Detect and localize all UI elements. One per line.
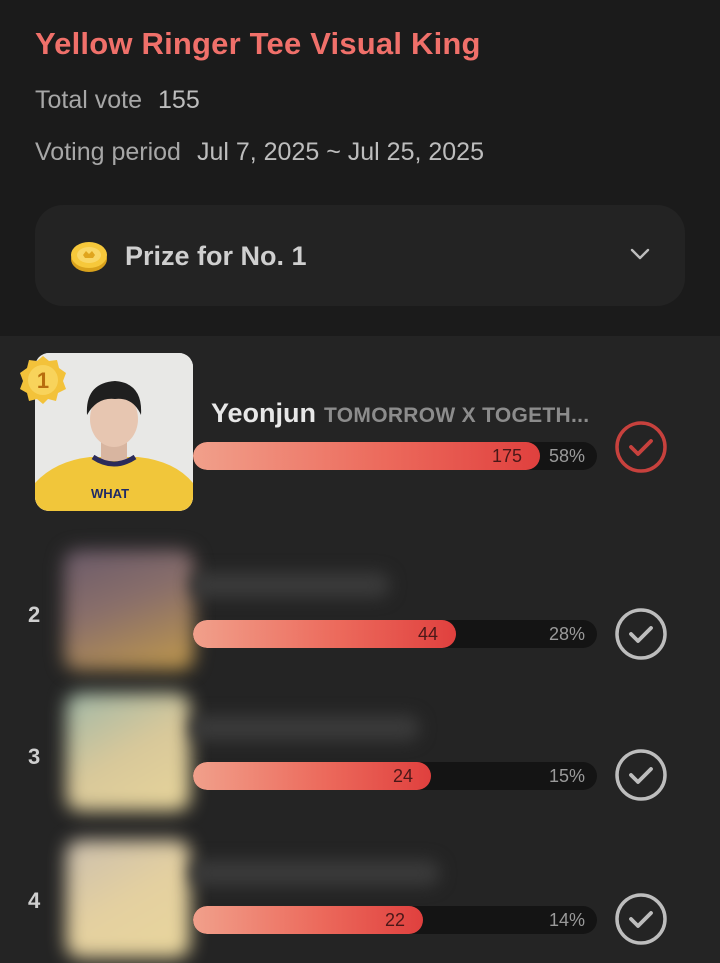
vote-check-icon[interactable] [614,748,668,802]
rank-1-badge: 1 [20,356,66,404]
vote-bar-fill [193,442,540,470]
candidate-row[interactable]: 2 44 28% [0,536,720,676]
rank-number: 3 [28,744,41,769]
vote-percent: 14% [548,910,585,930]
candidate-name-blurred [190,715,420,741]
voting-period-row: Voting period Jul 7, 2025 ~ Jul 25, 2025 [35,138,484,167]
vote-bar: 175 58% [193,442,597,470]
poll-header: Yellow Ringer Tee Visual King Total vote… [0,0,720,336]
candidate-name-blurred [190,860,440,886]
prize-label: Prize for No. 1 [125,241,307,271]
vote-check-icon[interactable] [614,892,668,946]
candidate-group: TOMORROW X TOGETH... [324,404,590,427]
vote-percent: 28% [548,624,585,644]
vote-percent: 15% [548,766,585,786]
vote-bar: 22 14% [193,906,597,934]
candidate-name-blurred [190,572,390,598]
vote-count: 24 [392,766,413,786]
candidate-photo-blurred [66,693,190,811]
coin-icon [71,242,107,272]
candidate-row[interactable]: 4 22 14% [0,826,720,963]
total-vote-label: Total vote [35,86,143,114]
total-vote-row: Total vote 155 [35,86,200,115]
chevron-down-icon[interactable] [629,243,651,265]
voting-period-label: Voting period [35,138,181,166]
rank-number: 2 [28,602,41,627]
candidate-name-line: Yeonjun TOMORROW X TOGETH... [211,398,589,429]
total-vote-value: 155 [158,86,200,114]
vote-check-icon[interactable] [614,607,668,661]
candidate-photo-blurred [64,550,194,670]
rank-number: 4 [28,888,41,913]
rank-1-badge-label: 1 [37,368,49,393]
poll-title: Yellow Ringer Tee Visual King [35,26,481,61]
candidate-photo-blurred [66,840,190,958]
vote-percent: 58% [548,446,585,466]
vote-check-icon[interactable] [614,420,668,474]
vote-bar-fill [193,620,456,648]
candidate-row[interactable]: 3 24 15% [0,681,720,821]
vote-count: 44 [417,624,438,644]
candidate-row[interactable]: WHAT 1 Yeonjun TOMORROW X TOGETH... 175 5… [0,336,720,526]
voting-period-value: Jul 7, 2025 ~ Jul 25, 2025 [196,138,484,166]
vote-count: 22 [384,910,405,930]
vote-bar: 24 15% [193,762,597,790]
vote-bar: 44 28% [193,620,597,648]
vote-count: 175 [491,446,522,466]
svg-text:WHAT: WHAT [91,486,129,501]
ranking-list: WHAT 1 Yeonjun TOMORROW X TOGETH... 175 5… [0,336,720,963]
prize-accordion[interactable]: Prize for No. 1 [35,205,685,306]
candidate-name: Yeonjun [211,398,317,428]
